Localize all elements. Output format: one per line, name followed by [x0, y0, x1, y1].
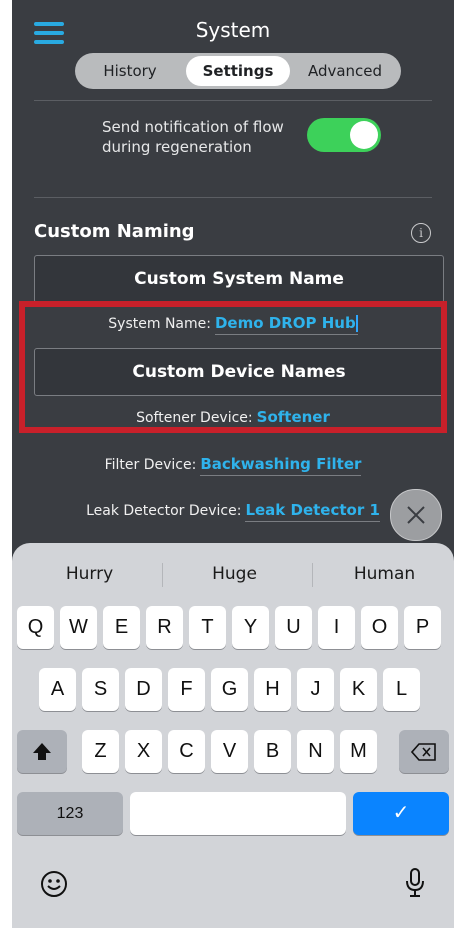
app-screen: System History Settings Advanced Send no… — [12, 0, 454, 928]
key-m[interactable]: M — [340, 730, 377, 773]
key-e[interactable]: E — [103, 606, 140, 649]
leak-detector-input[interactable]: Leak Detector 1 — [245, 501, 380, 522]
custom-system-name-button[interactable]: Custom System Name — [34, 255, 444, 303]
tab-settings[interactable]: Settings — [186, 56, 290, 86]
key-j[interactable]: J — [297, 668, 334, 711]
key-o[interactable]: O — [361, 606, 398, 649]
divider — [34, 100, 432, 101]
toggle-knob — [350, 121, 378, 149]
notification-label: Send notification of flow during regener… — [102, 118, 284, 156]
tab-advanced[interactable]: Advanced — [293, 56, 397, 86]
key-x[interactable]: X — [125, 730, 162, 773]
key-w[interactable]: W — [60, 606, 97, 649]
tab-history[interactable]: History — [79, 56, 181, 86]
filter-input[interactable]: Backwashing Filter — [200, 455, 362, 476]
key-u[interactable]: U — [275, 606, 312, 649]
key-s[interactable]: S — [82, 668, 119, 711]
numbers-key[interactable]: 123 — [17, 792, 123, 835]
notification-toggle[interactable] — [307, 118, 381, 152]
key-n[interactable]: N — [297, 730, 334, 773]
prediction-separator — [312, 563, 313, 587]
leak-detector-label: Leak Detector Device: — [86, 503, 242, 519]
space-key[interactable] — [130, 792, 346, 835]
key-h[interactable]: H — [254, 668, 291, 711]
key-t[interactable]: T — [189, 606, 226, 649]
filter-row: Filter Device: Backwashing Filter — [12, 455, 454, 476]
shift-key[interactable] — [17, 730, 67, 773]
key-z[interactable]: Z — [82, 730, 119, 773]
key-l[interactable]: L — [383, 668, 420, 711]
highlight-box — [19, 301, 447, 433]
info-icon[interactable]: i — [411, 223, 431, 243]
prediction-3[interactable]: Human — [317, 559, 452, 589]
microphone-icon[interactable] — [404, 867, 426, 899]
tab-bar: History Settings Advanced — [75, 53, 401, 89]
close-icon — [407, 506, 425, 524]
prediction-separator — [162, 563, 163, 587]
key-f[interactable]: F — [168, 668, 205, 711]
filter-label: Filter Device: — [104, 457, 197, 473]
key-a[interactable]: A — [39, 668, 76, 711]
key-d[interactable]: D — [125, 668, 162, 711]
backspace-icon — [410, 742, 436, 761]
key-i[interactable]: I — [318, 606, 355, 649]
emoji-icon[interactable] — [40, 870, 68, 898]
section-title: Custom Naming — [34, 221, 195, 242]
key-v[interactable]: V — [211, 730, 248, 773]
shift-icon — [33, 742, 51, 760]
key-p[interactable]: P — [404, 606, 441, 649]
key-c[interactable]: C — [168, 730, 205, 773]
key-k[interactable]: K — [340, 668, 377, 711]
close-keyboard-button[interactable] — [390, 489, 442, 541]
done-key[interactable]: ✓ — [353, 792, 449, 835]
prediction-2[interactable]: Huge — [167, 559, 302, 589]
key-b[interactable]: B — [254, 730, 291, 773]
divider — [34, 197, 432, 198]
keyboard: Hurry Huge Human Q W E R T Y U I O P A S… — [12, 543, 454, 928]
key-q[interactable]: Q — [17, 606, 54, 649]
prediction-1[interactable]: Hurry — [22, 559, 157, 589]
key-y[interactable]: Y — [232, 606, 269, 649]
leak-detector-row: Leak Detector Device: Leak Detector 1 — [12, 501, 454, 522]
page-title: System — [195, 18, 271, 42]
backspace-key[interactable] — [399, 730, 449, 773]
key-g[interactable]: G — [211, 668, 248, 711]
key-r[interactable]: R — [146, 606, 183, 649]
